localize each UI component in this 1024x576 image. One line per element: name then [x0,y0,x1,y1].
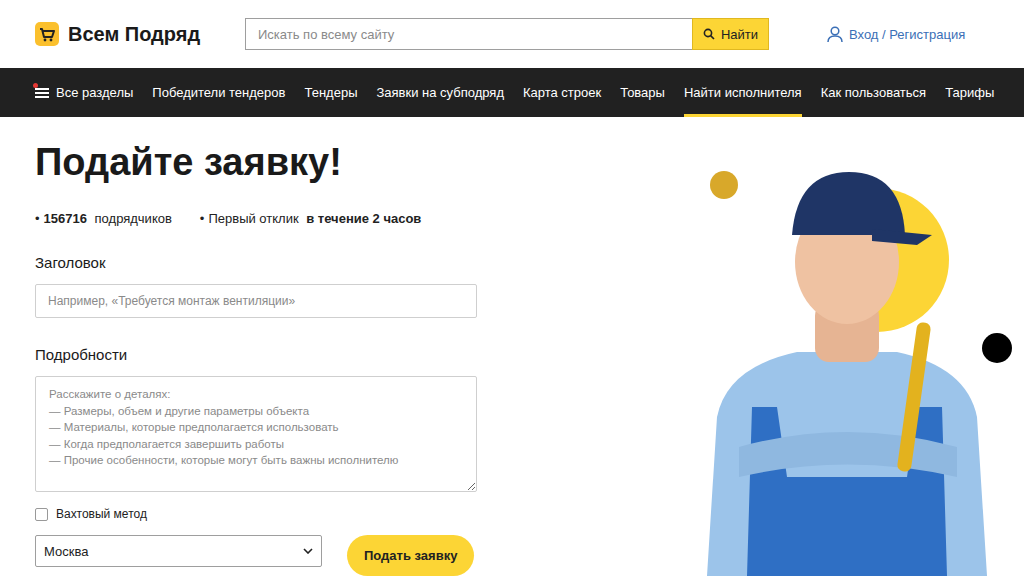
details-textarea[interactable] [35,376,477,492]
stat-item: • 156716 подрядчиков [35,211,172,226]
nav-item[interactable]: Товары [620,68,665,117]
nav-item[interactable]: Как пользоваться [821,68,926,117]
stats: • 156716 подрядчиков • Первый отклик в те… [35,211,477,226]
header: Всем Подряд Найти Вход / Регистрация [0,0,1024,68]
logo-text: Всем Подряд [68,23,200,46]
gold-circle [710,171,738,199]
title-label: Заголовок [35,254,477,271]
shift-checkbox[interactable]: Вахтовый метод [35,507,477,521]
black-circle [982,333,1012,363]
request-form: Подайте заявку! • 156716 подрядчиков • Пе… [0,117,477,576]
search-icon [703,28,715,40]
cart-logo-icon [35,22,59,46]
page: Всем Подряд Найти Вход / Регистрация Все… [0,0,1024,576]
nav-item[interactable]: Все разделы [35,68,133,117]
nav-item[interactable]: Тарифы [945,68,994,117]
main: Подайте заявку! • 156716 подрядчиков • Пе… [0,117,1024,576]
chevron-down-icon [303,548,313,554]
search-button[interactable]: Найти [692,18,769,50]
title-input[interactable] [35,284,477,318]
hero-visual [477,117,1024,576]
search-input[interactable] [245,18,692,50]
main-nav: Все разделы Победители тендеров Тендеры … [0,68,1024,117]
worker-photo [477,117,1024,576]
menu-icon [35,87,49,99]
notification-dot [33,83,38,88]
nav-item[interactable]: Тендеры [304,68,357,117]
nav-item[interactable]: Карта строек [523,68,601,117]
login-link[interactable]: Вход / Регистрация [827,26,965,43]
submit-button[interactable]: Подать заявку [347,535,474,576]
checkbox-box[interactable] [35,508,48,521]
search-bar: Найти [245,18,769,50]
details-label: Подробности [35,346,477,363]
form-actions: Москва Подать заявку [35,535,477,576]
nav-item[interactable]: Найти исполнителя [684,68,802,117]
city-select[interactable]: Москва [35,535,322,567]
logo[interactable]: Всем Подряд [35,22,245,46]
user-icon [827,26,843,43]
stat-item: • Первый отклик в течение 2 часов [200,211,422,226]
nav-item[interactable]: Заявки на субподряд [376,68,503,117]
nav-item[interactable]: Победители тендеров [152,68,285,117]
page-heading: Подайте заявку! [35,140,477,184]
